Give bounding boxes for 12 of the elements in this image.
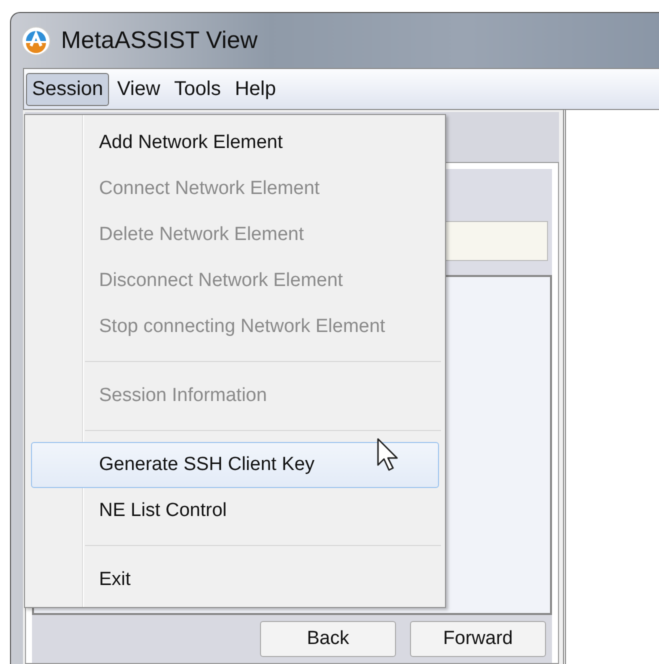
nav-button[interactable]: Back	[260, 621, 396, 657]
menu-item[interactable]: Exit	[31, 557, 439, 603]
menu-item[interactable]: Add Network Element	[31, 120, 439, 166]
app-logo-icon	[21, 26, 51, 56]
nav-button[interactable]: Forward	[410, 621, 546, 657]
menu-item[interactable]: NE List Control	[31, 488, 439, 534]
menu-item[interactable]: Generate SSH Client Key	[31, 442, 439, 488]
menu-bar-item[interactable]: Session	[26, 72, 110, 106]
window-title: MetaASSIST View	[61, 26, 258, 55]
menu-bar-item[interactable]: View	[111, 72, 166, 106]
menu-bar-item[interactable]: Tools	[168, 72, 227, 106]
menu-bar-item[interactable]: Help	[228, 72, 282, 106]
